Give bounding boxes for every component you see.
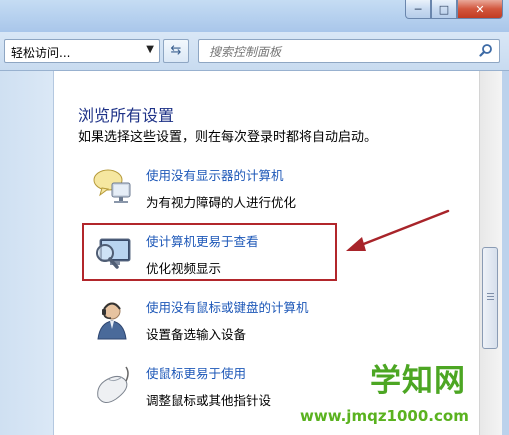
watermark-title: 学知网 bbox=[370, 363, 466, 399]
watermark-url: www.jmqz1000.com bbox=[300, 407, 469, 425]
highlight-box bbox=[82, 223, 337, 281]
title-bar: ─ □ ✕ bbox=[0, 0, 509, 32]
scrollbar-thumb[interactable] bbox=[482, 247, 498, 349]
vertical-scrollbar[interactable] bbox=[479, 71, 502, 435]
refresh-icon: ⇆ bbox=[170, 43, 182, 58]
minimize-button[interactable]: ─ bbox=[405, 0, 431, 19]
maximize-icon: □ bbox=[438, 2, 450, 16]
link-no-display[interactable]: 使用没有显示器的计算机 bbox=[146, 165, 284, 184]
page-title: 浏览所有设置 bbox=[78, 106, 175, 125]
chevron-down-icon[interactable]: ▼ bbox=[146, 44, 154, 55]
link-mouse-easier[interactable]: 使鼠标更易于使用 bbox=[146, 363, 246, 382]
scrollbar-grip-icon bbox=[487, 293, 494, 302]
left-navigation-pane bbox=[0, 71, 54, 435]
annotation-arrow bbox=[346, 209, 450, 251]
search-box[interactable] bbox=[198, 39, 500, 63]
person-headset-icon bbox=[97, 302, 127, 340]
window-border bbox=[502, 71, 509, 435]
address-label: 轻松访问... bbox=[11, 46, 71, 60]
settings-item-no-mouse-keyboard[interactable]: 使用没有鼠标或键盘的计算机 设置备选输入设备 bbox=[92, 297, 422, 349]
mouse-icon bbox=[97, 366, 129, 403]
page-subtitle: 如果选择这些设置，则在每次登录时都将自动启动。 bbox=[78, 130, 378, 145]
monitor-speech-icon bbox=[93, 169, 131, 203]
search-input[interactable] bbox=[207, 41, 461, 63]
minimize-icon: ─ bbox=[414, 2, 422, 16]
desc-mouse-easier: 调整鼠标或其他指针设 bbox=[146, 393, 272, 408]
search-icon[interactable] bbox=[479, 43, 493, 57]
desc-no-mouse-keyboard: 设置备选输入设备 bbox=[146, 327, 247, 342]
window-controls: ─ □ ✕ bbox=[405, 0, 503, 21]
maximize-button[interactable]: □ bbox=[431, 0, 457, 19]
link-no-mouse-keyboard[interactable]: 使用没有鼠标或键盘的计算机 bbox=[146, 297, 309, 316]
address-bar[interactable]: 轻松访问... ▼ bbox=[4, 39, 160, 63]
close-button[interactable]: ✕ bbox=[457, 0, 503, 19]
refresh-button[interactable]: ⇆ bbox=[163, 39, 189, 63]
close-icon: ✕ bbox=[475, 2, 485, 16]
desc-no-display: 为有视力障碍的人进行优化 bbox=[146, 195, 297, 210]
navigation-bar: 轻松访问... ▼ ⇆ bbox=[0, 32, 509, 71]
